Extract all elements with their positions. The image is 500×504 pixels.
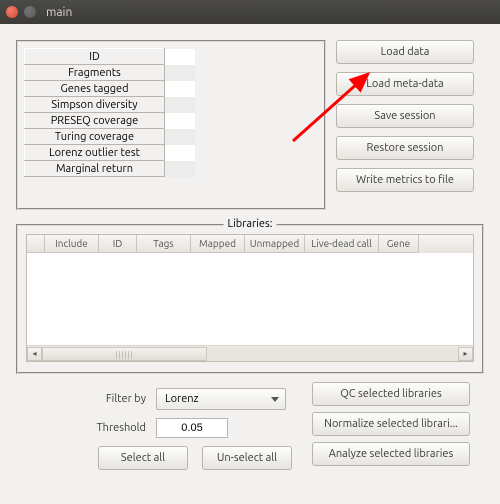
- minimize-icon[interactable]: [24, 6, 36, 18]
- column-header[interactable]: Live-dead call: [305, 235, 379, 253]
- column-header[interactable]: Mapped: [191, 235, 245, 253]
- threshold-label: Threshold: [16, 422, 146, 434]
- column-header[interactable]: Include: [45, 235, 99, 253]
- metrics-row: Lorenz outlier test: [25, 145, 195, 161]
- metrics-label: Genes tagged: [25, 81, 165, 97]
- filter-by-combo[interactable]: Lorenz: [156, 388, 286, 410]
- metrics-label: Turing coverage: [25, 129, 165, 145]
- metrics-table: IDFragmentsGenes taggedSimpson diversity…: [24, 48, 195, 177]
- filter-by-label: Filter by: [16, 393, 146, 405]
- restore-session-button[interactable]: Restore session: [336, 136, 474, 160]
- load-meta-data-button[interactable]: Load meta-data: [336, 72, 474, 96]
- metrics-label: ID: [25, 49, 165, 65]
- scroll-thumb[interactable]: [42, 347, 207, 361]
- metrics-label: Fragments: [25, 65, 165, 81]
- column-header[interactable]: ID: [99, 235, 137, 253]
- metrics-label: Lorenz outlier test: [25, 145, 165, 161]
- scroll-track[interactable]: [42, 347, 458, 361]
- metrics-row: ID: [25, 49, 195, 65]
- scroll-left-icon[interactable]: ◂: [27, 347, 42, 361]
- column-header[interactable]: Unmapped: [245, 235, 305, 253]
- metrics-value: [165, 49, 195, 65]
- metrics-row: Genes tagged: [25, 81, 195, 97]
- metrics-row: Simpson diversity: [25, 97, 195, 113]
- column-header[interactable]: Tags: [137, 235, 191, 253]
- column-header[interactable]: [27, 235, 45, 253]
- threshold-input[interactable]: [156, 418, 228, 438]
- qc-button[interactable]: QC selected libraries: [312, 382, 470, 406]
- column-header[interactable]: Gene: [379, 235, 419, 253]
- right-button-column: Load data Load meta-data Save session Re…: [336, 40, 474, 210]
- horizontal-scrollbar[interactable]: ◂ ▸: [27, 345, 473, 361]
- close-icon[interactable]: [6, 6, 18, 18]
- metrics-value: [165, 129, 195, 145]
- metrics-label: PRESEQ coverage: [25, 113, 165, 129]
- libraries-title: Libraries:: [224, 218, 277, 230]
- titlebar: main: [0, 0, 500, 24]
- select-all-button[interactable]: Select all: [98, 446, 188, 470]
- metrics-label: Simpson diversity: [25, 97, 165, 113]
- normalize-button[interactable]: Normalize selected librari...: [312, 412, 470, 436]
- metrics-value: [165, 113, 195, 129]
- metrics-value: [165, 65, 195, 81]
- action-buttons: QC selected libraries Normalize selected…: [312, 382, 470, 466]
- libraries-grid[interactable]: IncludeIDTagsMappedUnmappedLive-dead cal…: [26, 234, 474, 362]
- load-data-button[interactable]: Load data: [336, 40, 474, 64]
- metrics-row: Fragments: [25, 65, 195, 81]
- metrics-value: [165, 81, 195, 97]
- libraries-frame: Libraries: IncludeIDTagsMappedUnmappedLi…: [16, 224, 484, 374]
- analyze-button[interactable]: Analyze selected libraries: [312, 442, 470, 466]
- metrics-row: PRESEQ coverage: [25, 113, 195, 129]
- metrics-label: Marginal return: [25, 161, 165, 177]
- window-title: main: [46, 6, 72, 19]
- metrics-value: [165, 161, 195, 177]
- scroll-right-icon[interactable]: ▸: [458, 347, 473, 361]
- metrics-row: Turing coverage: [25, 129, 195, 145]
- save-session-button[interactable]: Save session: [336, 104, 474, 128]
- write-metrics-button[interactable]: Write metrics to file: [336, 168, 474, 192]
- metrics-panel: IDFragmentsGenes taggedSimpson diversity…: [16, 40, 326, 210]
- metrics-value: [165, 145, 195, 161]
- unselect-all-button[interactable]: Un-select all: [202, 446, 292, 470]
- metrics-row: Marginal return: [25, 161, 195, 177]
- grid-body: [27, 253, 473, 345]
- main-window: IDFragmentsGenes taggedSimpson diversity…: [0, 24, 500, 504]
- grid-header: IncludeIDTagsMappedUnmappedLive-dead cal…: [27, 235, 473, 253]
- metrics-value: [165, 97, 195, 113]
- filter-by-value: Lorenz: [165, 393, 199, 405]
